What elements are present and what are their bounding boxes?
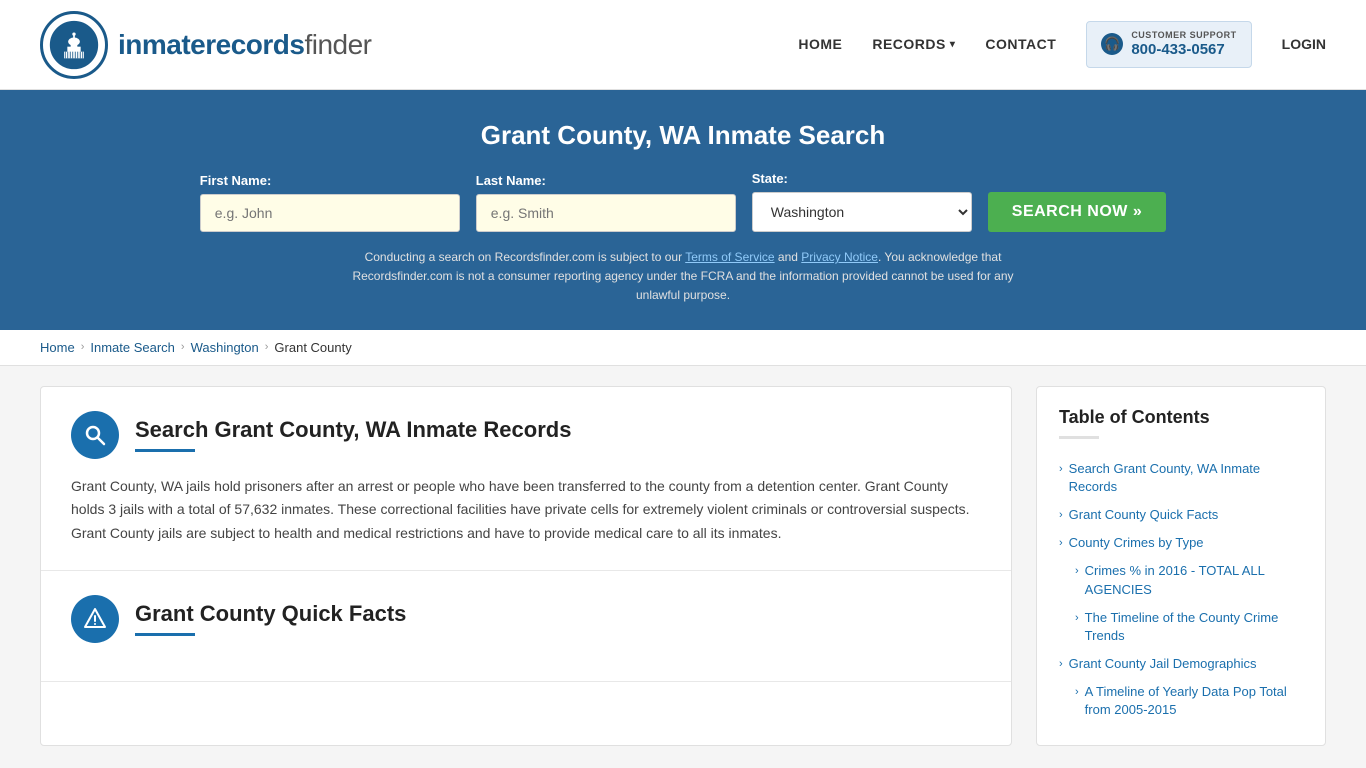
state-select[interactable]: Washington bbox=[752, 192, 972, 232]
logo-text: inmaterecordsfinder bbox=[118, 29, 372, 61]
last-name-input[interactable] bbox=[476, 194, 736, 232]
hero-disclaimer: Conducting a search on Recordsfinder.com… bbox=[333, 248, 1033, 306]
toc-item-5[interactable]: › Grant County Jail Demographics bbox=[1059, 650, 1303, 678]
toc-chevron-icon: › bbox=[1059, 462, 1063, 477]
toc-item-4[interactable]: › The Timeline of the County Crime Trend… bbox=[1075, 604, 1303, 650]
toc-item-1[interactable]: › Grant County Quick Facts bbox=[1059, 501, 1303, 529]
main-content: Search Grant County, WA Inmate Records G… bbox=[0, 366, 1366, 766]
toc-item-3[interactable]: › Crimes % in 2016 - TOTAL ALL AGENCIES bbox=[1075, 557, 1303, 603]
site-header: inmaterecordsfinder HOME RECORDS ▾ CONTA… bbox=[0, 0, 1366, 90]
breadcrumb-sep-3: › bbox=[265, 341, 269, 353]
state-group: State: Washington bbox=[752, 171, 972, 232]
first-name-label: First Name: bbox=[200, 173, 272, 188]
toc-item-2[interactable]: › County Crimes by Type bbox=[1059, 529, 1303, 557]
search-button[interactable]: SEARCH NOW » bbox=[988, 192, 1166, 232]
nav-contact[interactable]: CONTACT bbox=[985, 36, 1056, 52]
toc-title: Table of Contents bbox=[1059, 407, 1303, 428]
inmate-records-section: Search Grant County, WA Inmate Records G… bbox=[41, 387, 1011, 571]
tos-link[interactable]: Terms of Service bbox=[685, 250, 774, 264]
nav-home[interactable]: HOME bbox=[798, 36, 842, 52]
toc-chevron-icon: › bbox=[1075, 685, 1079, 700]
search-form: First Name: Last Name: State: Washington… bbox=[40, 171, 1326, 232]
nav-login[interactable]: LOGIN bbox=[1282, 36, 1326, 52]
first-name-input[interactable] bbox=[200, 194, 460, 232]
toc-chevron-icon: › bbox=[1059, 657, 1063, 672]
toc-underline bbox=[1059, 436, 1099, 439]
nav-records[interactable]: RECORDS ▾ bbox=[872, 36, 955, 52]
breadcrumb-sep-2: › bbox=[181, 341, 185, 353]
sidebar: Table of Contents › Search Grant County,… bbox=[1036, 386, 1326, 746]
search-section-icon bbox=[71, 411, 119, 459]
last-name-group: Last Name: bbox=[476, 173, 736, 232]
inmate-records-title: Search Grant County, WA Inmate Records bbox=[135, 417, 571, 443]
state-label: State: bbox=[752, 171, 788, 186]
chevron-down-icon: ▾ bbox=[950, 39, 956, 50]
breadcrumb-state[interactable]: Washington bbox=[191, 340, 259, 355]
toc-chevron-icon: › bbox=[1075, 564, 1079, 579]
first-name-group: First Name: bbox=[200, 173, 460, 232]
breadcrumb-current: Grant County bbox=[274, 340, 351, 355]
last-name-label: Last Name: bbox=[476, 173, 546, 188]
breadcrumb-home[interactable]: Home bbox=[40, 340, 75, 355]
alert-section-icon bbox=[71, 595, 119, 643]
content-area: Search Grant County, WA Inmate Records G… bbox=[40, 386, 1012, 746]
breadcrumb-sep-1: › bbox=[81, 341, 85, 353]
breadcrumb: Home › Inmate Search › Washington › Gran… bbox=[0, 330, 1366, 366]
privacy-link[interactable]: Privacy Notice bbox=[801, 250, 878, 264]
toc-chevron-icon: › bbox=[1059, 508, 1063, 523]
hero-section: Grant County, WA Inmate Search First Nam… bbox=[0, 90, 1366, 330]
customer-support-box[interactable]: 🎧 CUSTOMER SUPPORT 800-433-0567 bbox=[1086, 21, 1251, 68]
toc-sub-timeline: › A Timeline of Yearly Data Pop Total fr… bbox=[1059, 678, 1303, 724]
toc-sub-crimes: › Crimes % in 2016 - TOTAL ALL AGENCIES … bbox=[1059, 557, 1303, 650]
toc-item-6[interactable]: › A Timeline of Yearly Data Pop Total fr… bbox=[1075, 678, 1303, 724]
quick-facts-underline bbox=[135, 633, 195, 636]
toc-chevron-icon: › bbox=[1059, 536, 1063, 551]
main-nav: HOME RECORDS ▾ CONTACT 🎧 CUSTOMER SUPPOR… bbox=[798, 21, 1326, 68]
title-underline bbox=[135, 449, 195, 452]
inmate-records-text: Grant County, WA jails hold prisoners af… bbox=[71, 475, 981, 546]
support-label: CUSTOMER SUPPORT bbox=[1131, 30, 1236, 41]
toc-item-0[interactable]: › Search Grant County, WA Inmate Records bbox=[1059, 455, 1303, 501]
logo-icon bbox=[40, 11, 108, 79]
toc-chevron-icon: › bbox=[1075, 611, 1079, 626]
logo-area[interactable]: inmaterecordsfinder bbox=[40, 11, 372, 79]
support-number: 800-433-0567 bbox=[1131, 41, 1236, 59]
headphone-icon: 🎧 bbox=[1101, 33, 1123, 55]
breadcrumb-inmate-search[interactable]: Inmate Search bbox=[90, 340, 175, 355]
quick-facts-section: Grant County Quick Facts bbox=[41, 571, 1011, 682]
table-of-contents: Table of Contents › Search Grant County,… bbox=[1036, 386, 1326, 746]
hero-title: Grant County, WA Inmate Search bbox=[40, 120, 1326, 151]
quick-facts-title: Grant County Quick Facts bbox=[135, 601, 406, 627]
